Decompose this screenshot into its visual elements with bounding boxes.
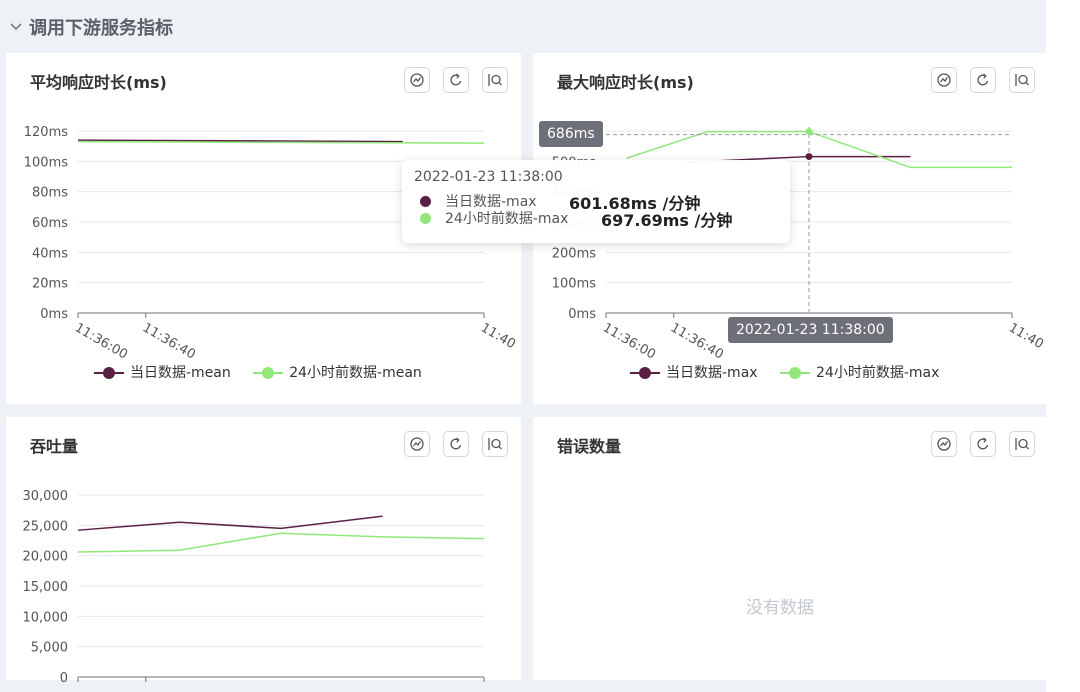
legend-marker — [253, 367, 284, 379]
panel-errors: 错误数量 没有数据 — [533, 417, 1046, 680]
legend-label: 24小时前数据-max — [816, 365, 940, 381]
trend-button[interactable] — [931, 431, 957, 457]
x-tick-label: 11:36:00 — [600, 320, 658, 362]
legend-item-today[interactable]: 当日数据-mean — [94, 362, 231, 382]
chevron-down-icon[interactable] — [8, 18, 24, 34]
y-tick-label: 10,000 — [23, 610, 69, 625]
y-tick-label: 100ms — [24, 155, 68, 170]
x-tick-label: 11:36:40 — [140, 320, 198, 362]
y-tick-label: 60ms — [32, 216, 68, 231]
panel-throughput: 吞吐量 0 5,000 10,000 15,000 20,000 25,000 30,000 — [6, 417, 521, 686]
legend-label: 当日数据-mean — [130, 365, 231, 381]
x-axis-pointer-label: 2022-01-23 11:38:00 — [728, 317, 893, 343]
x-tick-label: 11:36:00 — [72, 320, 130, 362]
y-tick-label: 20,000 — [23, 550, 69, 565]
y-tick-label: 100ms — [552, 277, 596, 292]
chart-legend: 当日数据-max 24小时前数据-max — [630, 362, 957, 382]
tooltip-value: 697.69ms /分钟 — [601, 211, 733, 230]
throughput-chart: 0 5,000 10,000 15,000 20,000 25,000 30,000 — [23, 489, 485, 686]
series-line-0 — [77, 515, 383, 531]
x-tick-label: 11:40 — [1006, 320, 1046, 352]
refresh-icon — [977, 437, 989, 450]
tooltip-dot — [420, 196, 431, 207]
legend-marker — [780, 367, 811, 379]
legend-marker — [630, 367, 660, 379]
legend-item-today[interactable]: 当日数据-max — [630, 362, 758, 382]
legend-label: 24小时前数据-mean — [289, 365, 422, 381]
tooltip-dot — [420, 213, 431, 224]
section-title: 调用下游服务指标 — [29, 18, 173, 39]
y-tick-label: 40ms — [32, 246, 68, 261]
y-tick-label: 15,000 — [23, 580, 69, 595]
y-tick-label: 120ms — [24, 125, 68, 140]
legend-item-yesterday[interactable]: 24小时前数据-max — [780, 362, 939, 382]
y-tick-label: 0ms — [40, 307, 68, 322]
chart-legend: 当日数据-mean 24小时前数据-mean — [94, 362, 440, 382]
y-tick-label: 80ms — [32, 186, 68, 201]
y-tick-label: 5,000 — [31, 641, 68, 656]
y-tick-label: 20ms — [32, 277, 68, 292]
legend-item-yesterday[interactable]: 24小时前数据-mean — [253, 362, 422, 382]
tooltip-series-name: 24小时前数据-max — [445, 211, 569, 227]
tooltip-row-yesterday: 24小时前数据-max 697.69ms /分钟 — [420, 208, 732, 230]
legend-label: 当日数据-max — [666, 365, 758, 381]
zoom-button[interactable] — [1009, 431, 1035, 457]
y-tick-label: 0 — [60, 671, 68, 686]
y-tick-label: 25,000 — [23, 519, 69, 534]
refresh-button[interactable] — [970, 431, 996, 457]
x-tick-label: 11:36:40 — [668, 320, 726, 362]
section-header[interactable]: 调用下游服务指标 — [0, 0, 1046, 53]
tooltip-title: 2022-01-23 11:38:00 — [414, 169, 563, 185]
chart-tooltip: 2022-01-23 11:38:00 当日数据-max 601.68ms /分… — [402, 160, 790, 243]
y-tick-label: 200ms — [552, 246, 596, 261]
series-line-1 — [77, 140, 485, 144]
trend-icon — [937, 437, 951, 451]
series-line-1 — [77, 532, 485, 553]
x-tick-label: 11:40 — [478, 320, 518, 352]
y-tick-label: 0ms — [568, 307, 596, 322]
highlight-point-yesterday — [805, 128, 813, 136]
highlight-point-today — [805, 153, 813, 161]
y-tick-label: 30,000 — [23, 489, 69, 504]
y-axis-pointer-label: 686ms — [539, 121, 603, 147]
zoom-icon — [1015, 438, 1029, 450]
empty-state-text: 没有数据 — [746, 598, 814, 618]
legend-marker — [94, 367, 124, 379]
panel-title: 错误数量 — [557, 437, 622, 456]
